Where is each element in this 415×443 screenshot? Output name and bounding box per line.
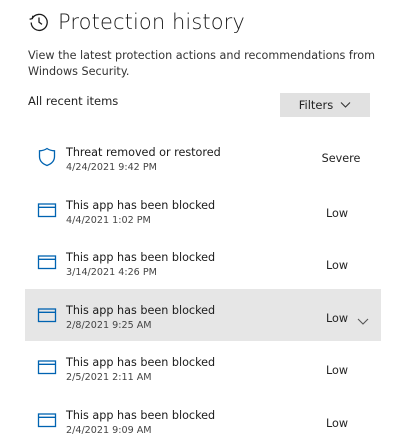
filters-button-label: Filters xyxy=(298,98,334,112)
item-severity: Severe xyxy=(321,152,361,165)
item-date: 4/4/2021 1:02 PM xyxy=(66,214,151,226)
item-title: This app has been blocked xyxy=(66,303,216,317)
page-title: Protection history xyxy=(58,10,245,34)
item-title: Threat removed or restored xyxy=(66,146,221,159)
item-title: This app has been blocked xyxy=(66,408,216,422)
item-date: 2/5/2021 2:11 AM xyxy=(66,372,152,383)
protection-history-item[interactable]: This app has been blocked 2/5/2021 2:11 A… xyxy=(25,341,381,394)
history-icon xyxy=(28,11,50,33)
item-severity: Low xyxy=(325,364,349,377)
app-window-icon xyxy=(36,252,58,272)
page-header: Protection history xyxy=(28,10,245,34)
item-title: This app has been blocked xyxy=(66,198,216,212)
shield-icon xyxy=(36,147,58,167)
item-date: 3/14/2021 4:26 PM xyxy=(66,267,157,278)
app-window-icon xyxy=(36,200,58,220)
app-window-icon xyxy=(36,410,58,430)
item-title: This app has been blocked xyxy=(66,356,216,369)
app-window-icon xyxy=(36,357,58,377)
item-title: This app has been blocked xyxy=(66,251,216,264)
item-severity: Low xyxy=(325,416,349,430)
protection-history-item[interactable]: Threat removed or restored 4/24/2021 9:42… xyxy=(25,131,381,184)
protection-history-list: Threat removed or restored 4/24/2021 9:42… xyxy=(25,131,381,443)
app-window-icon xyxy=(36,305,58,325)
protection-history-item[interactable]: This app has been blocked 2/4/2021 9:09 A… xyxy=(25,394,381,443)
chevron-down-icon[interactable] xyxy=(357,311,369,325)
item-date: 4/24/2021 9:42 PM xyxy=(66,162,157,173)
protection-history-page: Protection history View the latest prote… xyxy=(0,0,415,443)
filters-button[interactable]: Filters xyxy=(280,93,370,117)
chevron-down-icon xyxy=(340,101,351,109)
protection-history-item[interactable]: This app has been blocked 4/4/2021 1:02 P… xyxy=(25,184,381,237)
item-date: 2/4/2021 9:09 AM xyxy=(66,424,152,436)
item-date: 2/8/2021 9:25 AM xyxy=(66,319,152,331)
protection-history-item[interactable]: This app has been blocked 3/14/2021 4:26 … xyxy=(25,236,381,289)
item-severity: Low xyxy=(325,259,349,272)
all-recent-items-label: All recent items xyxy=(28,94,119,108)
item-severity: Low xyxy=(325,311,349,325)
page-description: View the latest protection actions and r… xyxy=(28,49,375,78)
protection-history-item[interactable]: This app has been blocked 2/8/2021 9:25 A… xyxy=(25,288,381,341)
item-severity: Low xyxy=(325,206,349,220)
